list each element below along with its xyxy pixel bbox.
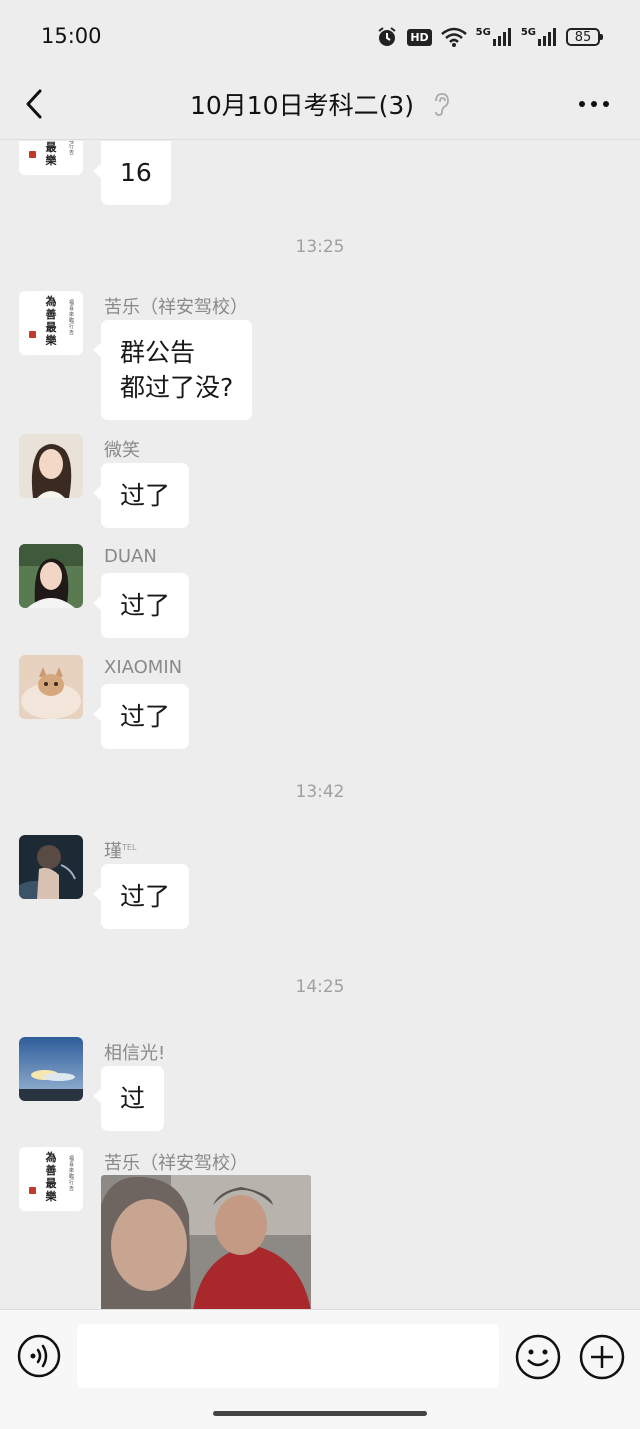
seal-stamp-icon — [29, 151, 36, 158]
avatar-calligraphy: 為善最樂 — [45, 141, 57, 167]
message-item: 為善最樂 福喜來臨行吉 苦乐（祥安驾校） — [0, 1147, 640, 1309]
status-time: 15:00 — [41, 24, 102, 48]
status-icons: HD 5G 5G 85 — [376, 22, 603, 52]
signal-icon: 5G — [521, 27, 557, 47]
seal-stamp-icon — [29, 1187, 36, 1194]
avatar-side-text: 福喜來臨行吉 — [69, 300, 75, 336]
home-indicator[interactable] — [213, 1411, 427, 1416]
message-list[interactable]: 為善最樂 福喜來臨行吉 16 13:25 為善最樂 福喜來臨行吉 苦乐（祥安驾校… — [0, 141, 640, 1309]
message-bubble[interactable]: 过了 — [92, 463, 190, 528]
avatar[interactable] — [19, 434, 83, 498]
message-item: 為善最樂 福喜來臨行吉 16 — [0, 141, 640, 205]
battery-level: 85 — [574, 29, 592, 45]
cat-avatar-image — [19, 655, 83, 719]
more-icon — [579, 101, 609, 107]
message-timestamp: 14:25 — [295, 977, 345, 997]
dark-portrait-avatar-image — [19, 835, 83, 899]
sender-name: 微笑 — [104, 440, 140, 461]
chat-header: 10月10日考科二(3) — [0, 70, 640, 140]
message-timestamp: 13:42 — [295, 782, 345, 802]
sender-name: 瑾TEL — [104, 837, 136, 863]
sender-name: 相信光! — [104, 1043, 166, 1064]
wifi-icon — [440, 27, 467, 47]
sender-name: XIAOMIN — [104, 657, 183, 678]
avatar-calligraphy: 為善最樂 — [45, 295, 57, 347]
message-bubble[interactable]: 过了 — [92, 573, 190, 638]
emoji-icon — [515, 1334, 561, 1380]
sky-avatar-image — [19, 1037, 83, 1101]
message-input[interactable] — [77, 1324, 499, 1388]
avatar[interactable]: 為善最樂 福喜來臨行吉 — [19, 141, 83, 175]
message-item: 為善最樂 福喜來臨行吉 苦乐（祥安驾校） 群公告 都过了没? — [0, 291, 640, 420]
avatar-calligraphy: 為善最樂 — [45, 1151, 57, 1203]
image-message[interactable] — [101, 1175, 311, 1309]
battery-icon: 85 — [566, 28, 603, 46]
portrait-avatar-image — [19, 434, 83, 498]
seal-stamp-icon — [29, 331, 36, 338]
message-bubble[interactable]: 16 — [93, 141, 171, 205]
avatar[interactable]: 為善最樂 福喜來臨行吉 — [19, 291, 83, 355]
more-button[interactable] — [576, 84, 612, 124]
message-bubble[interactable]: 过了 — [92, 864, 190, 929]
message-bubble[interactable]: 群公告 都过了没? — [92, 320, 253, 420]
avatar[interactable] — [19, 655, 83, 719]
sender-name-superscript: TEL — [122, 843, 137, 852]
message-bubble[interactable]: 过了 — [92, 684, 190, 749]
voice-icon — [17, 1334, 61, 1378]
status-bar: 15:00 HD 5G 5G 85 — [0, 0, 640, 70]
signal-icon: 5G — [476, 27, 512, 47]
ear-icon — [435, 93, 449, 116]
network-type-label: 5G — [475, 27, 491, 38]
avatar-side-text: 福喜來臨行吉 — [69, 1156, 75, 1192]
sender-name: 苦乐（祥安驾校） — [104, 1153, 248, 1174]
chat-title-area: 10月10日考科二(3) — [0, 86, 640, 122]
avatar[interactable] — [19, 544, 83, 608]
sender-name-text: 瑾 — [104, 841, 122, 862]
sender-name: 苦乐（祥安驾校） — [104, 297, 248, 318]
emoji-button[interactable] — [515, 1334, 561, 1380]
chat-title: 10月10日考科二(3) — [189, 91, 415, 120]
more-functions-button[interactable] — [579, 1334, 625, 1380]
avatar[interactable]: 為善最樂 福喜來臨行吉 — [19, 1147, 83, 1211]
message-bubble[interactable]: 过 — [92, 1066, 165, 1131]
photo-thumbnail — [101, 1175, 311, 1309]
message-timestamp: 13:25 — [295, 237, 345, 257]
portrait-avatar-image — [19, 544, 83, 608]
network-type-label: 5G — [520, 27, 536, 38]
voice-button[interactable] — [17, 1334, 61, 1378]
plus-icon — [579, 1334, 625, 1380]
avatar-side-text: 福喜來臨行吉 — [69, 141, 75, 156]
avatar[interactable] — [19, 1037, 83, 1101]
sender-name: DUAN — [104, 546, 157, 567]
alarm-icon — [376, 26, 398, 48]
avatar[interactable] — [19, 835, 83, 899]
hd-icon: HD — [407, 28, 432, 46]
